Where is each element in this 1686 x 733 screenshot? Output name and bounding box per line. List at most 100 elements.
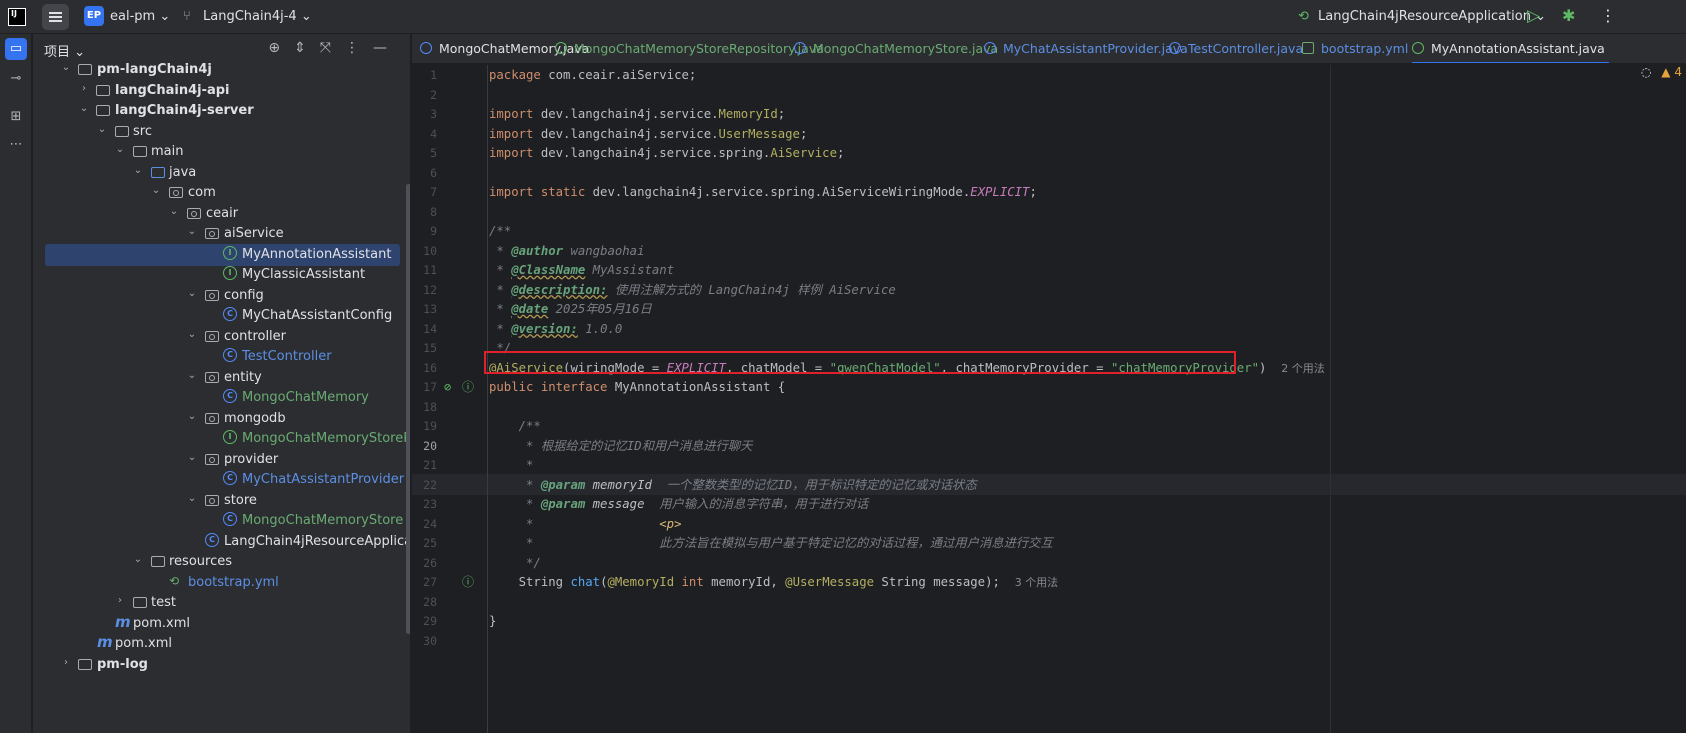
line-number: 28 [423, 594, 437, 609]
line-number: 14 [423, 321, 437, 336]
tree-item[interactable]: ⌄ ceair [33, 203, 401, 225]
tree-item[interactable]: ⌄ langChain4j-server [33, 100, 401, 122]
locate-icon[interactable]: ⊕ [268, 40, 294, 56]
code-editor[interactable]: ◌ ▲ 4 1 package com.ceair.aiService; 2 3 im… [412, 65, 1686, 733]
yaml-file-icon [1302, 42, 1314, 54]
expand-all-icon[interactable]: ⇕ [294, 40, 320, 56]
commit-icon[interactable]: ⊸ [5, 68, 27, 90]
collapse-all-icon[interactable]: ⤧ [320, 40, 345, 56]
code-line: * @param memoryId 一个整数类型的记忆ID，用于标识特定的记忆或… [489, 477, 977, 492]
tree-item[interactable]: ⌄ provider [33, 449, 401, 471]
code-line: public interface MyAnnotationAssistant { [489, 380, 786, 394]
tab-my-chat-assistant-provider[interactable]: MyChatAssistantProvider.java [984, 34, 1188, 63]
module-folder-icon [78, 64, 92, 75]
class-icon [420, 42, 432, 54]
debug-icon[interactable]: ✱ [1562, 6, 1575, 25]
tree-item[interactable]: ⌄ mongodb [33, 408, 401, 430]
usages-hint[interactable]: 2 个用法 [1281, 362, 1325, 375]
package-icon [187, 208, 201, 219]
tree-item[interactable]: I MongoChatMemoryStoreR [33, 428, 410, 450]
line-number: 24 [423, 516, 437, 531]
tree-item[interactable]: ⟲ bootstrap.yml [33, 572, 401, 594]
code-line: /** [489, 224, 512, 238]
line-number: 3 [430, 107, 437, 121]
tree-item[interactable]: C MyChatAssistantConfig [33, 305, 401, 327]
spring-boot-icon: ⟲ [1298, 9, 1309, 24]
scrollbar[interactable] [406, 184, 410, 634]
line-number: 16 [423, 360, 437, 375]
line-number: 22 [423, 477, 437, 492]
chevron-down-icon: ⌄ [97, 124, 107, 135]
chevron-down-icon: ⌄ [79, 103, 89, 114]
chevron-down-icon: ⌄ [133, 165, 143, 176]
tree-item-selected[interactable]: I MyAnnotationAssistant [33, 244, 401, 266]
usages-hint[interactable]: 3 个用法 [1015, 576, 1059, 589]
tree-item[interactable]: m pom.xml [33, 613, 401, 635]
more-tools-icon[interactable]: ⋯ [5, 134, 27, 156]
tree-item[interactable]: ⌄ java [33, 162, 401, 184]
line-number: 18 [423, 399, 437, 414]
tab-mongo-chat-memory-store[interactable]: MongoChatMemoryStore.java [794, 34, 998, 63]
chevron-right-icon: › [64, 657, 68, 668]
run-icon[interactable]: ▷ [1527, 6, 1540, 26]
options-icon[interactable]: ⋮ [345, 40, 373, 56]
package-icon [205, 228, 219, 239]
main-menu-button[interactable] [42, 4, 69, 30]
tab-my-annotation-assistant[interactable]: MyAnnotationAssistant.java [1412, 34, 1609, 63]
implemented-gutter-icon[interactable]: ⓘ [462, 572, 474, 593]
tree-item[interactable]: ⌄ com [33, 182, 401, 204]
tab-bootstrap-yml[interactable]: bootstrap.yml [1302, 34, 1408, 63]
tool-window-strip: ▭ ⊸ ⊞ ⋯ [0, 34, 32, 733]
tree-item[interactable]: ⌄ main [33, 141, 401, 163]
tree-item[interactable]: C LangChain4jResourceApplicati [33, 531, 410, 553]
tree-item[interactable]: m pom.xml [33, 633, 401, 655]
code-line: * @author wangbaohai [489, 243, 645, 258]
tree-item[interactable]: C MongoChatMemoryStore [33, 510, 403, 532]
project-view-selector[interactable]: 项目 ⌄ [44, 41, 85, 60]
line-number: 9 [430, 224, 437, 238]
hide-icon[interactable]: — [373, 40, 401, 56]
code-line: package com.ceair.aiService; [489, 68, 697, 82]
spring-bean-gutter-icon[interactable]: ⊘ [444, 377, 451, 398]
tree-item[interactable]: I MyClassicAssistant [33, 264, 401, 286]
tree-item[interactable]: ⌄ entity [33, 367, 401, 389]
run-config-selector[interactable]: LangChain4jResourceApplication ⌄ [1318, 9, 1546, 24]
tree-item[interactable]: C MyChatAssistantProvider [33, 469, 404, 491]
line-number: 12 [423, 282, 437, 297]
chevron-down-icon: ⌄ [300, 9, 312, 24]
class-icon: C [223, 389, 237, 403]
folder-icon [133, 597, 147, 608]
tree-item[interactable]: ⌄ aiService [33, 223, 401, 245]
tree-item[interactable]: › pm-log [33, 654, 401, 676]
tree-item[interactable]: ⌄ pm-langChain4j [33, 59, 401, 81]
panel-actions: ⊕⇕⤧⋮— [268, 40, 401, 56]
tree-item[interactable]: ⌄ resources [33, 551, 401, 573]
tree-item[interactable]: C MongoChatMemory [33, 387, 401, 409]
branch-selector[interactable]: LangChain4j-4 ⌄ [203, 9, 312, 24]
folder-icon [133, 146, 147, 157]
structure-icon[interactable]: ⊞ [5, 106, 27, 128]
line-number: 2 [430, 87, 437, 102]
class-icon [1169, 42, 1181, 54]
interface-icon [1412, 42, 1424, 54]
tree-item[interactable]: › langChain4j-api [33, 80, 401, 102]
tree-item[interactable]: ⌄ controller [33, 326, 401, 348]
tree-item[interactable]: ⌄ store [33, 490, 401, 512]
project-badge[interactable]: EP [84, 6, 104, 26]
tree-item[interactable]: C TestController [33, 346, 401, 368]
more-actions-icon[interactable]: ⋮ [1600, 6, 1616, 25]
tree-item[interactable]: › test [33, 592, 401, 614]
project-folder-icon[interactable]: ▭ [5, 38, 27, 60]
project-panel: 项目 ⌄ ⊕⇕⤧⋮— ⌄ pm-langChain4j › langChain4j-… [33, 34, 411, 733]
tree-item[interactable]: ⌄ config [33, 285, 401, 307]
project-selector[interactable]: eal-pm ⌄ [110, 9, 170, 24]
package-icon [205, 372, 219, 383]
tab-test-controller[interactable]: TestController.java [1169, 34, 1303, 63]
interface-icon [555, 42, 567, 54]
tab-mongo-chat-memory-store-repository[interactable]: MongoChatMemoryStoreRepository.java [555, 34, 824, 63]
code-line: * @description: 使用注解方式的 LangChain4j 样例 A… [489, 282, 896, 297]
tree-item[interactable]: ⌄ src [33, 121, 401, 143]
code-line: /** [489, 419, 541, 433]
title-bar: IJ EP eal-pm ⌄ ⑂ LangChain4j-4 ⌄ ⟲ LangC… [0, 0, 1686, 34]
implemented-gutter-icon[interactable]: ⓘ [462, 377, 474, 398]
